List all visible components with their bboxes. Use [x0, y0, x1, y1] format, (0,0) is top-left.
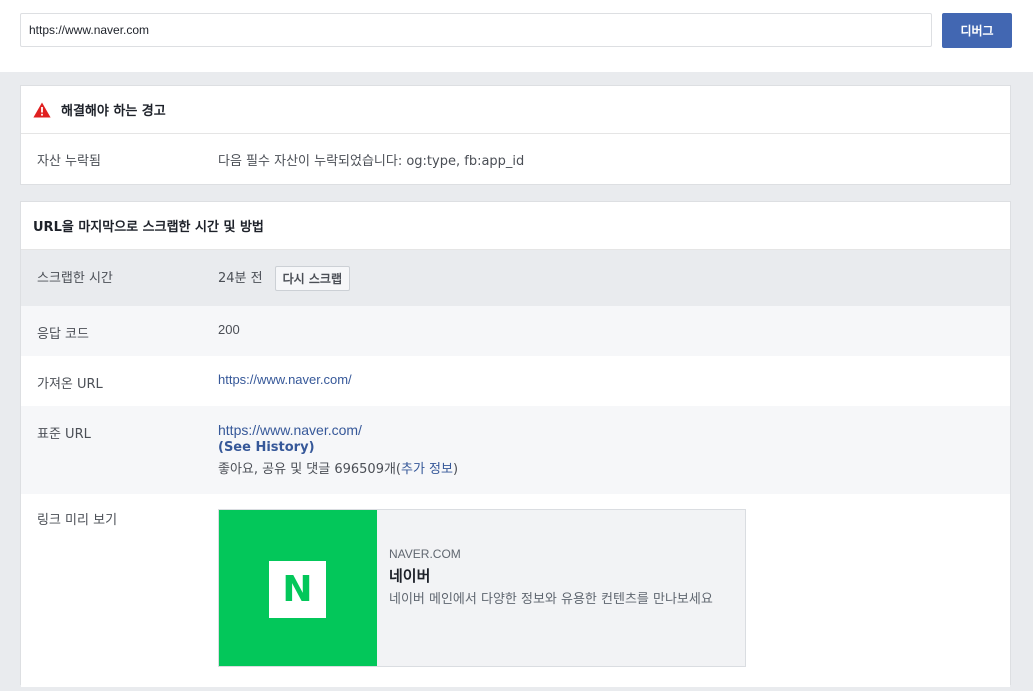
fetched-url-link[interactable]: https://www.naver.com/: [218, 372, 352, 387]
warning-icon: [33, 102, 51, 118]
fetched-url-label: 가져온 URL: [37, 377, 103, 392]
preview-description: 네이버 메인에서 다양한 정보와 유용한 컨텐츠를 만나보세요: [389, 592, 713, 607]
canonical-url-link[interactable]: https://www.naver.com/: [218, 422, 458, 439]
debug-button[interactable]: 디버그: [942, 13, 1012, 48]
scrape-time-row: 스크랩한 시간 24분 전 다시 스크랩: [21, 250, 1010, 306]
canonical-url-label: 표준 URL: [37, 427, 91, 442]
scrape-time-value-wrap: 24분 전 다시 스크랩: [218, 266, 350, 291]
engagement-text: 좋아요, 공유 및 댓글 696509개(추가 정보): [218, 461, 458, 478]
warnings-title: 해결해야 하는 경고: [61, 104, 166, 119]
missing-assets-label: 자산 누락됨: [37, 154, 101, 169]
naver-logo-icon: N: [269, 561, 326, 618]
missing-assets-value: 다음 필수 자산이 누락되었습니다: og:type, fb:app_id: [218, 154, 525, 169]
response-code-label: 응답 코드: [37, 327, 89, 342]
rescrape-button[interactable]: 다시 스크랩: [274, 266, 350, 291]
preview-image: N: [219, 510, 377, 666]
engagement-suffix: ): [452, 462, 459, 477]
scrape-title: URL을 마지막으로 스크랩한 시간 및 방법: [33, 220, 264, 235]
url-input[interactable]: [20, 13, 932, 47]
response-code-value: 200: [218, 322, 240, 337]
canonical-url-block: https://www.naver.com/ (See History) 좋아요…: [218, 422, 458, 478]
naver-logo-letter: N: [282, 568, 313, 610]
link-preview-label: 링크 미리 보기: [37, 513, 118, 528]
engagement-prefix: 좋아요, 공유 및 댓글 696509개(: [218, 462, 401, 477]
fetched-url-row: 가져온 URL https://www.naver.com/: [21, 356, 1010, 406]
scrape-time-label: 스크랩한 시간: [37, 271, 113, 286]
canonical-url-row: 표준 URL https://www.naver.com/ (See Histo…: [21, 406, 1010, 494]
link-preview-card[interactable]: N NAVER.COM 네이버 네이버 메인에서 다양한 정보와 유용한 컨텐츠…: [218, 509, 746, 667]
top-bar: 디버그: [0, 0, 1033, 72]
see-history-link[interactable]: (See History): [218, 439, 458, 456]
warnings-header: 해결해야 하는 경고: [21, 86, 1010, 134]
warnings-card: 해결해야 하는 경고 자산 누락됨 다음 필수 자산이 누락되었습니다: og:…: [20, 85, 1011, 185]
missing-assets-row: 자산 누락됨 다음 필수 자산이 누락되었습니다: og:type, fb:ap…: [21, 134, 1010, 184]
preview-domain: NAVER.COM: [389, 547, 461, 561]
more-info-link[interactable]: 추가 정보: [401, 462, 453, 477]
scrape-header: URL을 마지막으로 스크랩한 시간 및 방법: [21, 202, 1010, 250]
link-preview-row: 링크 미리 보기 N NAVER.COM 네이버 네이버 메인에서 다양한 정보…: [21, 494, 1010, 687]
scrape-card: URL을 마지막으로 스크랩한 시간 및 방법 스크랩한 시간 24분 전 다시 …: [20, 201, 1011, 687]
scrape-time-value: 24분 전: [218, 271, 263, 286]
preview-title: 네이버: [389, 567, 431, 585]
response-code-row: 응답 코드 200: [21, 306, 1010, 356]
